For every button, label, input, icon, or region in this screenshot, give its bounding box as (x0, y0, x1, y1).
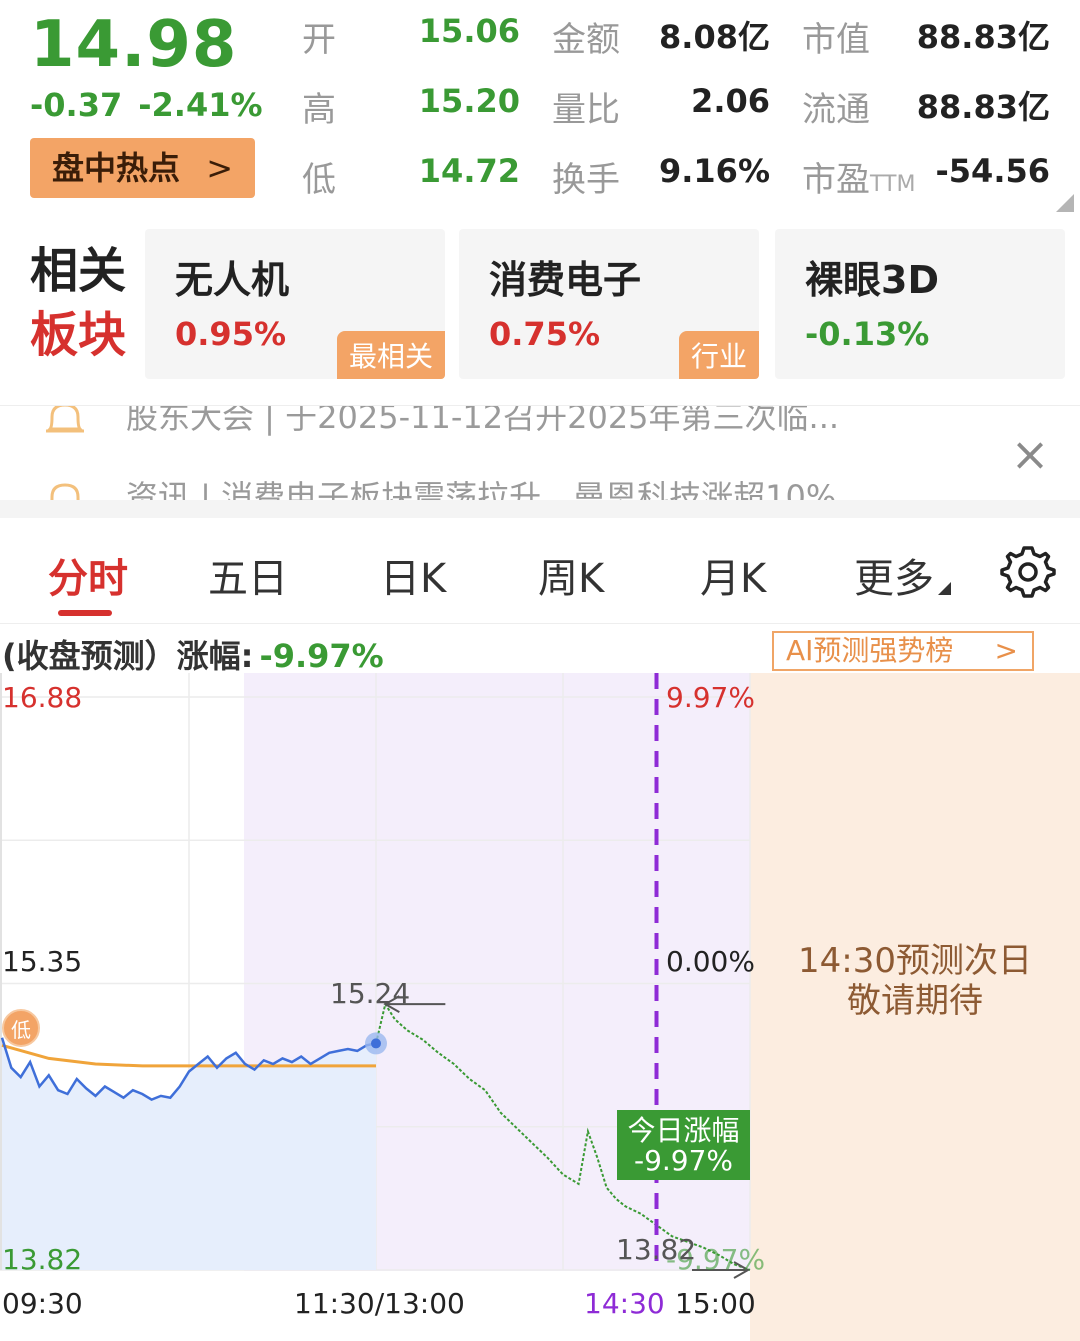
tab-daily-k[interactable]: 日K (380, 546, 446, 604)
pe-label: 市盈TTM (802, 152, 915, 201)
volume-ratio-value: 2.06 (691, 82, 770, 120)
close-icon[interactable]: × (1010, 431, 1050, 477)
next-day-line2: 敬请期待 (847, 981, 983, 1021)
sectors-title-line2: 板块 (30, 307, 127, 363)
sector-card-consumer-electronics[interactable]: 消费电子 0.75% 行业 (459, 229, 759, 379)
low-price-label: 13.82 (616, 1233, 697, 1266)
sector-name: 消费电子 (489, 258, 642, 302)
intraday-chart[interactable]: 16.88 15.35 13.82 9.97% 0.00% -9.97% 15.… (0, 673, 1080, 1341)
chevron-right-icon: > (994, 634, 1018, 667)
quote-row-high: 高 15.20 量比 2.06 流通 88.83亿 (0, 82, 1080, 142)
gear-icon[interactable] (1000, 544, 1056, 600)
close-forecast-bar: (收盘预测）涨幅: -9.97% AI预测强势榜 > (0, 625, 1080, 675)
float-cap-value: 88.83亿 (916, 88, 1050, 126)
high-value: 15.20 (418, 82, 520, 120)
sector-pct: 0.95% (175, 315, 287, 353)
tab-monthly-k[interactable]: 月K (700, 546, 766, 604)
pe-label-text: 市盈 (802, 160, 870, 200)
open-label: 开 (302, 20, 336, 60)
y-tick-mid: 15.35 (2, 945, 83, 978)
news-ticker: 股东大会 | 于2025-11-12召开2025年第三次临... 资讯 | 消费… (0, 405, 1080, 500)
float-cap-label: 流通 (802, 90, 870, 130)
pct-tick-mid: 0.00% (666, 945, 755, 978)
x-tick-midday: 11:30/13:00 (294, 1287, 465, 1320)
ai-rank-label: AI预测强势榜 (786, 634, 954, 667)
turnover-value: 9.16% (658, 152, 770, 190)
x-tick-close: 15:00 (675, 1287, 756, 1320)
sectors-title-line1: 相关 (30, 243, 127, 299)
sector-tag: 最相关 (336, 331, 445, 379)
sector-pct: 0.75% (489, 315, 601, 353)
news-item[interactable]: 股东大会 | 于2025-11-12召开2025年第三次临... (42, 406, 839, 436)
sector-name: 无人机 (175, 258, 290, 302)
news-text: 股东大会 | 于2025-11-12召开2025年第三次临... (126, 405, 840, 436)
quote-header: 14.98 -0.37 -2.41% 盘中热点 > 开 15.06 金额 8.08… (0, 0, 1080, 215)
today-change-box: 今日涨幅 -9.97% (617, 1110, 750, 1180)
forecast-text: (收盘预测）涨幅: -9.97% (2, 631, 384, 677)
quote-row-low: 低 14.72 换手 9.16% 市盈TTM -54.56 (0, 152, 1080, 212)
quote-row-open: 开 15.06 金额 8.08亿 市值 88.83亿 (0, 12, 1080, 72)
sector-card-drone[interactable]: 无人机 0.95% 最相关 (145, 229, 445, 379)
sector-name: 裸眼3D (805, 258, 939, 302)
volume-ratio-label: 量比 (552, 90, 620, 130)
x-tick-1430: 14:30 (584, 1287, 665, 1320)
peak-price-label: 15.24 (330, 977, 411, 1010)
related-sectors-title: 相关 板块 (30, 239, 126, 367)
x-tick-open: 09:30 (2, 1287, 83, 1320)
low-badge: 低 (2, 1009, 40, 1047)
chart-period-tabs: 分时 五日 日K 周K 月K 更多 (0, 518, 1080, 624)
news-text: 资讯 | 消费电子板块震荡拉升，曼恩科技涨超10% (126, 478, 837, 500)
bell-icon (46, 406, 84, 433)
low-label: 低 (302, 160, 336, 200)
active-tab-indicator (58, 610, 112, 616)
tab-more[interactable]: 更多 (854, 546, 934, 604)
amount-value: 8.08亿 (659, 18, 770, 56)
tab-weekly-k[interactable]: 周K (538, 546, 604, 604)
tab-five-day[interactable]: 五日 (208, 546, 288, 604)
pe-value: -54.56 (935, 152, 1051, 190)
low-value: 14.72 (418, 152, 520, 190)
sector-pct: -0.13% (805, 315, 930, 353)
sector-tag: 行业 (678, 331, 759, 379)
pct-tick-high: 9.97% (666, 681, 755, 714)
turnover-label: 换手 (552, 160, 620, 200)
forecast-value: -9.97% (259, 637, 384, 675)
section-divider (0, 500, 1080, 518)
news-item[interactable]: 资讯 | 消费电子板块震荡拉升，曼恩科技涨超10% (42, 472, 836, 500)
amount-label: 金额 (552, 20, 620, 60)
expand-corner-icon[interactable] (1056, 194, 1074, 212)
related-sectors: 相关 板块 无人机 0.95% 最相关 消费电子 0.75% 行业 裸眼3D -… (0, 215, 1080, 405)
market-cap-value: 88.83亿 (916, 18, 1050, 56)
market-cap-label: 市值 (802, 20, 870, 60)
ai-forecast-rank-button[interactable]: AI预测强势榜 > (772, 631, 1034, 671)
dropdown-triangle-icon (938, 582, 951, 595)
open-value: 15.06 (418, 12, 520, 50)
bell-icon (50, 483, 80, 500)
last-price-dot-core (371, 1038, 381, 1049)
today-change-label: 今日涨幅 (627, 1114, 740, 1147)
y-tick-high: 16.88 (2, 681, 83, 714)
sector-card-glasses-free-3d[interactable]: 裸眼3D -0.13% (775, 229, 1065, 379)
high-label: 高 (302, 90, 336, 130)
next-day-line1: 14:30预测次日 (798, 941, 1032, 981)
today-change-value: -9.97% (633, 1144, 734, 1177)
forecast-label: (收盘预测）涨幅: (2, 637, 254, 675)
y-tick-low: 13.82 (2, 1243, 83, 1276)
tab-intraday[interactable]: 分时 (48, 546, 128, 604)
next-day-forecast-text: 14:30预测次日 敬请期待 (750, 941, 1080, 1021)
